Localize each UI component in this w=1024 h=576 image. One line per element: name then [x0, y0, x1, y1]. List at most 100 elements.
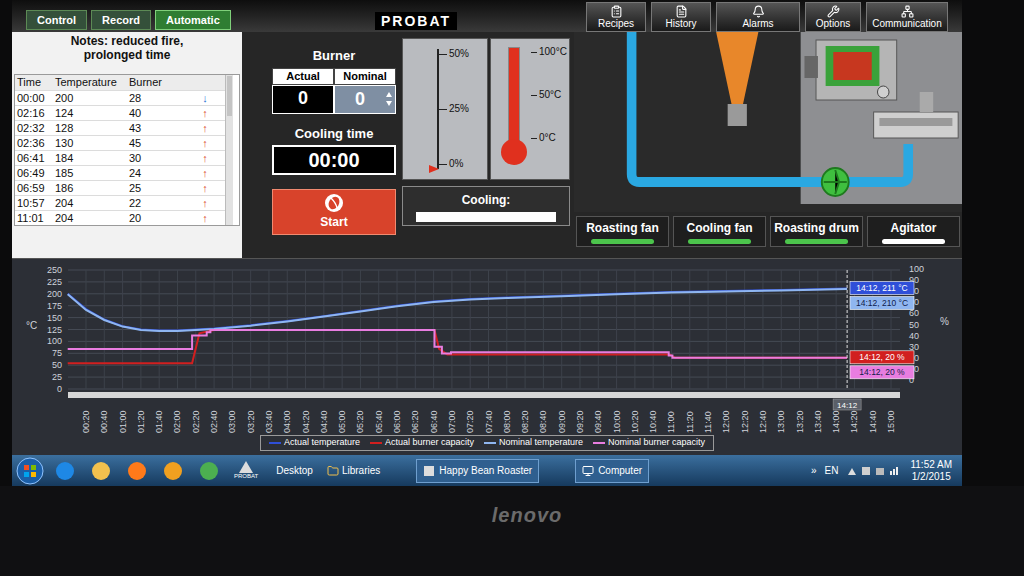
machine-button[interactable]: Agitator — [867, 216, 960, 247]
svg-text:11:00: 11:00 — [666, 411, 676, 433]
main-area: Notes: reduced fire, prolonged time TimeT… — [12, 32, 962, 258]
start-button[interactable]: Start — [272, 189, 396, 235]
svg-text:02:20: 02:20 — [191, 410, 201, 433]
start-button-icon[interactable] — [16, 457, 44, 485]
table-row[interactable]: 06:5918625↑ — [15, 180, 225, 195]
svg-text:14:40: 14:40 — [868, 410, 878, 433]
trend-arrow: ↑ — [185, 166, 225, 181]
pinned-app-icon[interactable] — [54, 460, 76, 482]
trend-arrow: ↑ — [185, 121, 225, 136]
series-tooltip: 14:12, 210 °C — [850, 297, 914, 310]
nav-icon — [901, 5, 914, 18]
computer-icon — [582, 465, 594, 477]
table-row[interactable]: 10:5720422↑ — [15, 195, 225, 210]
taskbar: PROBAT Desktop Libraries Happy Bean Roaster… — [12, 455, 962, 486]
x-tick: 03:00 — [227, 270, 237, 433]
nominal-field[interactable]: 0 — [334, 85, 396, 114]
table-row[interactable]: 06:4918524↑ — [15, 165, 225, 180]
svg-text:12:20: 12:20 — [740, 410, 750, 433]
svg-text:05:20: 05:20 — [355, 410, 365, 433]
taskbar-window[interactable]: Computer — [575, 459, 649, 483]
trend-arrow: ↓ — [185, 91, 225, 106]
x-tick: 05:20 — [355, 270, 365, 433]
nav-button[interactable]: Options — [805, 2, 861, 32]
pinned-app-icon[interactable] — [90, 460, 112, 482]
x-tick: 01:40 — [154, 270, 164, 433]
svg-text:13:40: 13:40 — [813, 410, 823, 433]
svg-text:00:20: 00:20 — [81, 410, 91, 433]
svg-text:02:40: 02:40 — [209, 410, 219, 433]
notes: Notes: reduced fire, prolonged time — [12, 34, 242, 62]
nav-icon — [610, 5, 623, 18]
table-row[interactable]: 02:1612440↑ — [15, 105, 225, 120]
svg-text:10:20: 10:20 — [630, 410, 640, 433]
taskbar-window[interactable]: Happy Bean Roaster — [416, 459, 539, 483]
svg-text:14:00: 14:00 — [831, 410, 841, 433]
x-tick: 06:40 — [429, 270, 439, 433]
probat-app-icon — [239, 461, 253, 473]
svg-text:09:20: 09:20 — [575, 410, 585, 433]
svg-text:01:40: 01:40 — [154, 410, 164, 433]
table-row[interactable]: 00:0020028↓ — [15, 90, 225, 105]
svg-text:10:40: 10:40 — [648, 410, 658, 433]
machine-panel: Roasting fanCooling fanRoasting drumAgit… — [574, 32, 962, 258]
series-line — [68, 289, 847, 331]
table-row[interactable]: 02:3613045↑ — [15, 135, 225, 150]
nav-button[interactable]: Alarms — [716, 2, 800, 32]
svg-text:04:40: 04:40 — [319, 410, 329, 433]
svg-text:08:20: 08:20 — [520, 410, 530, 433]
legend-item: Actual temperature — [269, 436, 360, 450]
table-header: TimeTemperatureBurner — [15, 75, 225, 90]
svg-text:03:20: 03:20 — [246, 410, 256, 433]
thermometer-tick: 100°C — [531, 47, 567, 57]
mode-tab[interactable]: Control — [26, 10, 87, 30]
nominal-label: Nominal — [334, 68, 396, 85]
x-tick: 04:20 — [301, 270, 311, 433]
cooling-time-value: 00:00 — [272, 145, 396, 175]
status-indicator — [688, 239, 752, 244]
pinned-app-icon[interactable] — [198, 460, 220, 482]
svg-text:00:40: 00:40 — [99, 410, 109, 433]
x-tick: 02:00 — [172, 270, 182, 433]
cooling-box: Cooling: — [402, 186, 570, 226]
pinned-app[interactable]: PROBAT — [234, 461, 258, 480]
svg-text:07:00: 07:00 — [447, 410, 457, 433]
y-left-tick: 225 — [47, 277, 900, 287]
burner-gauge: 50%25%0% — [402, 38, 488, 180]
svg-text:02:00: 02:00 — [172, 410, 182, 433]
spin-arrows-icon[interactable] — [385, 90, 393, 108]
machine-button[interactable]: Roasting drum — [770, 216, 863, 247]
table-row[interactable]: 02:3212843↑ — [15, 120, 225, 135]
nav-button[interactable]: Communication — [866, 2, 948, 32]
machine-button[interactable]: Roasting fan — [576, 216, 669, 247]
x-tick: 11:40 — [703, 270, 713, 433]
actual-value: 0 — [272, 85, 334, 114]
y-right-tick: 50 — [909, 320, 919, 330]
mode-tab[interactable]: Record — [91, 10, 151, 30]
machine-button[interactable]: Cooling fan — [673, 216, 766, 247]
tray-icons[interactable] — [846, 465, 902, 477]
status-indicator — [882, 239, 946, 244]
roast-chart[interactable]: 250225200175150125100755025000:2000:4001… — [12, 259, 962, 435]
overflow-chevron[interactable]: » — [811, 463, 817, 478]
clock[interactable]: 11:52 AM1/2/2015 — [910, 459, 958, 483]
mode-tab[interactable]: Automatic — [155, 10, 231, 30]
probat-logo: PROBAT — [246, 12, 586, 32]
svg-text:14:20: 14:20 — [849, 410, 859, 433]
language-indicator[interactable]: EN — [825, 463, 839, 478]
chart-scrollbar[interactable] — [68, 392, 900, 398]
y-left-tick: 100 — [47, 336, 900, 346]
scrollbar[interactable] — [225, 75, 233, 225]
y-right-tick: 60 — [909, 308, 919, 318]
toolbar-item[interactable]: Libraries — [327, 463, 380, 478]
pinned-app-icon[interactable] — [162, 460, 184, 482]
nav-button[interactable]: Recipes — [586, 2, 646, 32]
x-tick: 03:40 — [264, 270, 274, 433]
pinned-app-icon[interactable] — [126, 460, 148, 482]
toolbar-item[interactable]: Desktop — [276, 463, 313, 478]
nav-button[interactable]: History — [651, 2, 711, 32]
table-row[interactable]: 06:4118430↑ — [15, 150, 225, 165]
thermometer-tick: 0°C — [531, 133, 567, 143]
svg-text:08:00: 08:00 — [502, 410, 512, 433]
table-row[interactable]: 11:0120420↑ — [15, 210, 225, 225]
